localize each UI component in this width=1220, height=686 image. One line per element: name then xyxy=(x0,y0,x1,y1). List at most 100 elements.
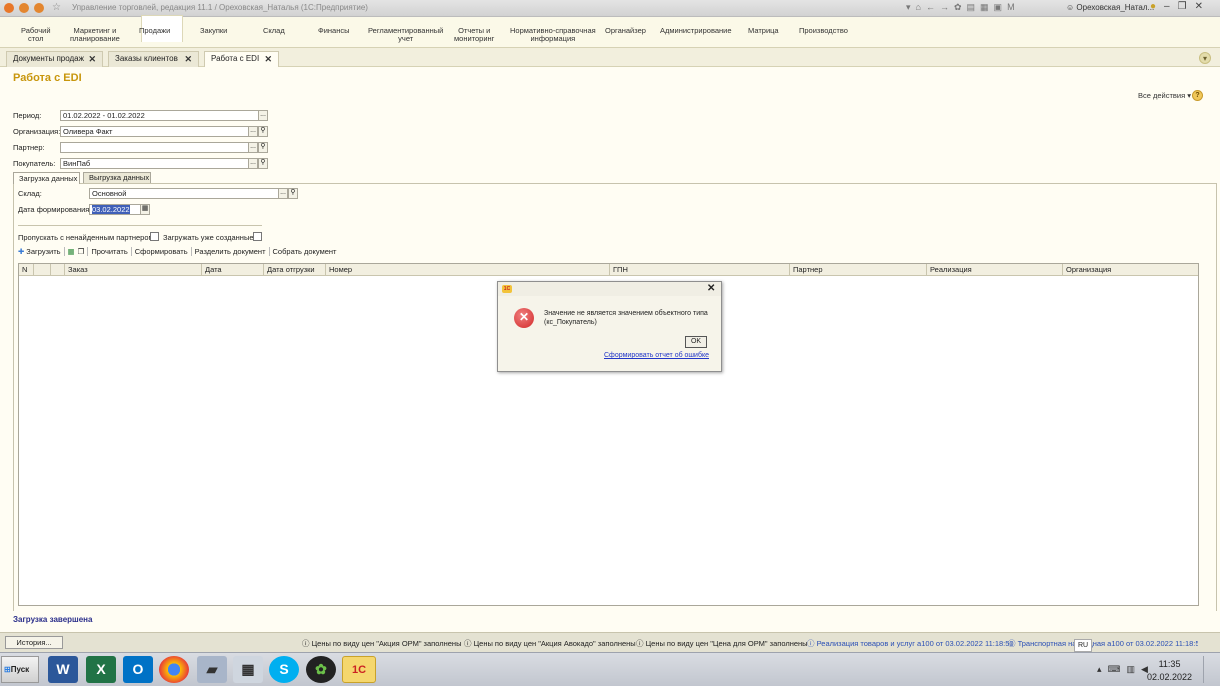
all-actions-button[interactable]: Все действия ▾ xyxy=(1138,91,1191,100)
close-icon[interactable]: ✕ xyxy=(88,54,96,65)
history-icon[interactable]: ▤ xyxy=(967,2,976,13)
search-icon[interactable]: ⚲ xyxy=(288,188,298,199)
buyer-select-button[interactable]: ... xyxy=(248,158,258,169)
section-accounting[interactable]: Регламентированный учет xyxy=(368,27,443,43)
help-icon[interactable]: ? xyxy=(1192,90,1203,101)
period-field[interactable]: 01.02.2022 - 01.02.2022 xyxy=(60,110,259,121)
close-window-icon[interactable]: ✕ xyxy=(1195,1,1203,12)
partner-select-button[interactable]: ... xyxy=(248,142,258,153)
organization-select-button[interactable]: ... xyxy=(248,126,258,137)
column-header[interactable] xyxy=(50,264,64,276)
column-header[interactable]: Дата xyxy=(201,264,263,276)
section-matrix[interactable]: Матрица xyxy=(748,27,779,35)
calculator-icon[interactable]: ▦ xyxy=(233,656,263,683)
excel-icon[interactable]: X xyxy=(86,656,116,683)
close-icon[interactable]: ✕ xyxy=(707,283,715,294)
clock[interactable]: 11:35 02.02.2022 xyxy=(1147,658,1192,684)
column-header[interactable]: N xyxy=(19,264,33,276)
organization-field[interactable]: Оливера Факт xyxy=(60,126,249,137)
favorites-icon[interactable]: ✿ xyxy=(954,2,962,13)
close-icon[interactable]: ✕ xyxy=(184,54,192,65)
report-error-link[interactable]: Сформировать отчет об ошибке xyxy=(604,352,709,359)
download-icon[interactable]: ✚ xyxy=(18,247,24,256)
section-organizer[interactable]: Органайзер xyxy=(605,27,646,35)
section-warehouse[interactable]: Склад xyxy=(263,27,285,35)
column-header[interactable]: Реализация xyxy=(926,264,1062,276)
section-marketing[interactable]: Маркетинг и планирование xyxy=(70,27,120,43)
message-item[interactable]: ⓘ Цены по виду цен "Акция Авокадо" запол… xyxy=(464,638,636,649)
language-indicator[interactable]: RU xyxy=(1074,639,1092,652)
search-icon[interactable]: ⚲ xyxy=(258,126,268,137)
1c-icon[interactable]: 1С xyxy=(342,656,376,683)
section-reports[interactable]: Отчеты и мониторинг xyxy=(454,27,494,43)
skip-partner-checkbox[interactable] xyxy=(150,232,159,241)
back-icon[interactable] xyxy=(19,3,29,13)
warehouse-select-button[interactable]: ... xyxy=(278,188,288,199)
star-icon[interactable]: ☆ xyxy=(52,2,61,13)
back-arrow-icon[interactable]: ← xyxy=(926,2,935,13)
tab-export-data[interactable]: Выгрузка данных xyxy=(83,172,151,183)
tab-edi[interactable]: Работа с EDI ✕ xyxy=(204,51,279,68)
message-item[interactable]: ⓘ Реализация товаров и услуг а100 от 03.… xyxy=(807,638,1014,649)
minimize-icon[interactable]: – xyxy=(1164,1,1170,12)
column-header[interactable]: Дата отгрузки xyxy=(263,264,325,276)
calculator-small-icon[interactable]: ▣ xyxy=(994,2,1003,13)
message-item[interactable]: ⓘ Транспортная накладная а100 от 03.02.2… xyxy=(1008,638,1198,649)
keyboard-icon[interactable]: ⌨ xyxy=(1108,664,1121,675)
m-icon[interactable]: M xyxy=(1007,2,1015,13)
outlook-icon[interactable]: O xyxy=(123,656,153,683)
word-icon[interactable]: W xyxy=(48,656,78,683)
collect-document-button[interactable]: Собрать документ xyxy=(273,247,337,256)
column-header[interactable]: Партнер xyxy=(789,264,926,276)
section-reference[interactable]: Нормативно-справочная информация xyxy=(510,27,596,43)
partner-field[interactable] xyxy=(60,142,249,153)
search-icon[interactable]: ⚲ xyxy=(258,158,268,169)
section-desktop[interactable]: Рабочий стол xyxy=(21,27,51,43)
split-document-button[interactable]: Разделить документ xyxy=(195,247,266,256)
show-desktop-button[interactable] xyxy=(1203,656,1218,683)
close-icon[interactable]: ✕ xyxy=(264,54,272,65)
column-header[interactable] xyxy=(33,264,50,276)
copy-icon[interactable]: ❐ xyxy=(78,247,85,256)
load-existing-checkbox[interactable] xyxy=(253,232,262,241)
message-item[interactable]: ⓘ Цены по виду цен "Цена для ОРМ" заполн… xyxy=(636,638,808,649)
section-purchases[interactable]: Закупки xyxy=(200,27,227,35)
history-button[interactable]: История... xyxy=(5,636,63,649)
scanner-icon[interactable]: ▰ xyxy=(197,656,227,683)
warehouse-field[interactable]: Основной xyxy=(89,188,279,199)
calendar-icon[interactable]: ▦ xyxy=(140,204,150,215)
tab-customer-orders[interactable]: Заказы клиентов ✕ xyxy=(108,51,199,67)
column-header[interactable]: Заказ xyxy=(64,264,201,276)
user-menu[interactable]: ☺ Ореховская_Натал... xyxy=(1066,3,1154,12)
media-icon[interactable]: ✿ xyxy=(306,656,336,683)
app-menu-icon[interactable] xyxy=(4,3,14,13)
load-button[interactable]: Загрузить xyxy=(26,247,60,256)
ok-button[interactable]: OK xyxy=(685,336,707,348)
search-icon[interactable]: ⚲ xyxy=(258,142,268,153)
period-select-button[interactable]: ... xyxy=(258,110,268,121)
column-header[interactable]: ГПН xyxy=(609,264,789,276)
column-header[interactable]: Номер xyxy=(325,264,609,276)
network-icon[interactable]: ▥ xyxy=(1127,664,1136,675)
forward-icon[interactable] xyxy=(34,3,44,13)
section-finance[interactable]: Финансы xyxy=(318,27,350,35)
read-button[interactable]: Прочитать xyxy=(91,247,127,256)
excel-small-icon[interactable]: ▦ xyxy=(68,247,75,256)
buyer-field[interactable]: ВинПаб xyxy=(60,158,249,169)
tab-sales-documents[interactable]: Документы продаж ✕ xyxy=(6,51,103,67)
date-formation-field[interactable]: 03.02.2022 xyxy=(89,204,141,215)
section-production[interactable]: Производство xyxy=(799,27,848,35)
chrome-icon[interactable] xyxy=(159,656,189,683)
tab-load-data[interactable]: Загрузка данных xyxy=(13,172,80,184)
info-icon[interactable]: ● xyxy=(1150,1,1156,12)
column-header[interactable]: Организация xyxy=(1062,264,1198,276)
form-button[interactable]: Сформировать xyxy=(135,247,188,256)
section-sales[interactable]: Продажи xyxy=(139,27,170,35)
chevron-down-icon[interactable]: ▾ xyxy=(1199,52,1211,64)
start-button[interactable]: ⊞Пуск xyxy=(1,656,39,683)
home-icon[interactable]: ⌂ xyxy=(916,2,921,13)
message-item[interactable]: ⓘ Цены по виду цен "Акция ОРМ" заполнены xyxy=(302,638,461,649)
skype-icon[interactable]: S xyxy=(269,656,299,683)
restore-icon[interactable]: ❐ xyxy=(1178,1,1187,12)
arrow-up-icon[interactable]: ▴ xyxy=(1097,664,1102,675)
